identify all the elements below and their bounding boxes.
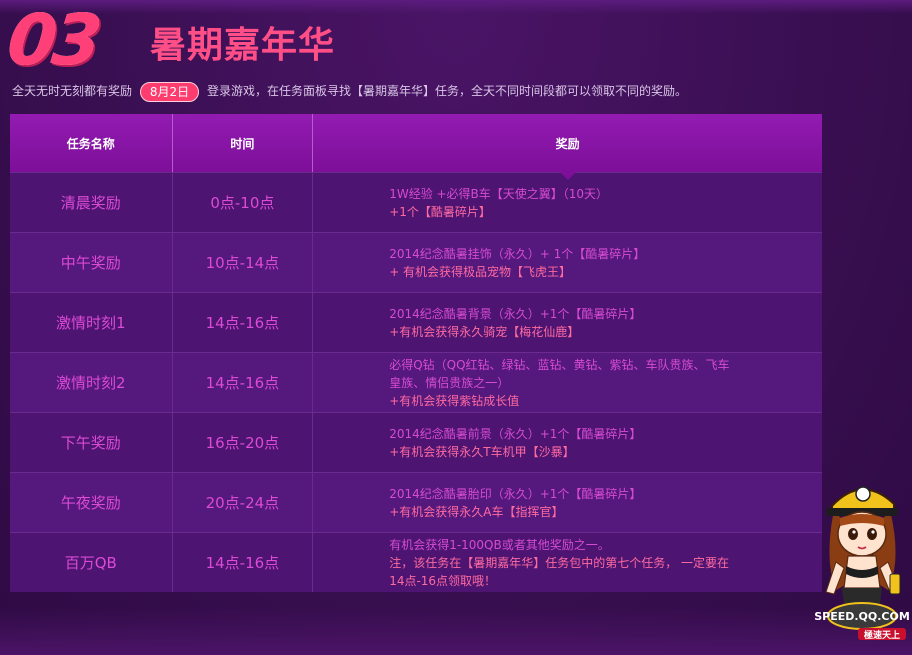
reward-line: +有机会获得永久骑宠【梅花仙鹿】 — [389, 324, 580, 339]
reward-cell: 1W经验 +必得B车【天使之翼】（10天） +1个【酷暑碎片】 — [313, 173, 822, 232]
task-name-cell: 激情时刻2 — [10, 353, 173, 412]
date-badge: 8月2日 — [139, 81, 200, 102]
reward-cell: 2014纪念酷暑胎印（永久）+1个【酷暑碎片】 +有机会获得永久A车【指挥官】 — [313, 473, 822, 532]
column-header-reward: 奖励 — [313, 114, 822, 180]
time-cell: 14点-16点 — [173, 293, 314, 352]
table-row: 下午奖励 16点-20点 2014纪念酷暑前景（永久）+1个【酷暑碎片】 +有机… — [10, 412, 822, 472]
intro-text: 全天无时无刻都有奖励 8月2日 登录游戏，在任务面板寻找【暑期嘉年华】任务，全天… — [12, 80, 687, 102]
reward-cell: 必得Q钻（QQ红钻、绿钻、蓝钻、黄钻、紫钻、车队贵族、飞车 皇族、情侣贵族之一）… — [313, 353, 822, 412]
intro-after: 登录游戏，在任务面板寻找【暑期嘉年华】任务，全天不同时间段都可以领取不同的奖励。 — [206, 84, 687, 98]
column-header-time: 时间 — [173, 114, 314, 172]
task-name-cell: 中午奖励 — [10, 233, 173, 292]
reward-line: 有机会获得1-100QB或者其他奖励之一。 — [389, 537, 610, 552]
intro-before: 全天无时无刻都有奖励 — [12, 84, 133, 98]
table-header: 任务名称 时间 奖励 — [10, 114, 822, 180]
task-name-cell: 百万QB — [10, 533, 173, 592]
page-title: 暑期嘉年华 — [150, 25, 336, 66]
reward-line: +1个【酷暑碎片】 — [389, 204, 491, 219]
table-row: 百万QB 14点-16点 有机会获得1-100QB或者其他奖励之一。 注，该任务… — [10, 532, 822, 592]
time-cell: 16点-20点 — [173, 413, 314, 472]
bottom-band — [0, 607, 912, 655]
table-row: 清晨奖励 0点-10点 1W经验 +必得B车【天使之翼】（10天） +1个【酷暑… — [10, 172, 822, 232]
table-row: 激情时刻2 14点-16点 必得Q钻（QQ红钻、绿钻、蓝钻、黄钻、紫钻、车队贵族… — [10, 352, 822, 412]
reward-cell: 2014纪念酷暑挂饰（永久）+ 1个【酷暑碎片】 + 有机会获得极品宠物【飞虎王… — [313, 233, 822, 292]
reward-line: 14点-16点领取哦！ — [389, 573, 497, 588]
task-name-cell: 午夜奖励 — [10, 473, 173, 532]
task-name-cell: 下午奖励 — [10, 413, 173, 472]
reward-line: 皇族、情侣贵族之一） — [389, 375, 510, 390]
time-cell: 14点-16点 — [173, 353, 314, 412]
mascot-girl-icon: SPEED.QQ.COM 極速天上 — [814, 470, 910, 642]
reward-cell: 有机会获得1-100QB或者其他奖励之一。 注，该任务在【暑期嘉年华】任务包中的… — [313, 533, 822, 592]
section-number: 03 — [3, 0, 102, 81]
table-row: 激情时刻1 14点-16点 2014纪念酷暑背景（永久）+1个【酷暑碎片】 +有… — [10, 292, 822, 352]
reward-line: +有机会获得紫钻成长值 — [389, 393, 520, 408]
table-row: 中午奖励 10点-14点 2014纪念酷暑挂饰（永久）+ 1个【酷暑碎片】 + … — [10, 232, 822, 292]
reward-table: 任务名称 时间 奖励 清晨奖励 0点-10点 1W经验 +必得B车【天使之翼】（… — [10, 114, 822, 592]
task-name-cell: 激情时刻1 — [10, 293, 173, 352]
reward-line: 必得Q钻（QQ红钻、绿钻、蓝钻、黄钻、紫钻、车队贵族、飞车 — [389, 357, 730, 372]
reward-line: + 有机会获得极品宠物【飞虎王】 — [389, 264, 572, 279]
reward-line: +有机会获得永久A车【指挥官】 — [389, 504, 564, 519]
table-row: 午夜奖励 20点-24点 2014纪念酷暑胎印（永久）+1个【酷暑碎片】 +有机… — [10, 472, 822, 532]
top-glow — [0, 0, 912, 14]
reward-line: 注，该任务在【暑期嘉年华】任务包中的第七个任务， 一定要在 — [389, 555, 730, 570]
reward-line: 2014纪念酷暑挂饰（永久）+ 1个【酷暑碎片】 — [389, 246, 646, 261]
mascot-slogan: 極速天上 — [863, 629, 900, 641]
reward-line: 2014纪念酷暑背景（永久）+1个【酷暑碎片】 — [389, 306, 642, 321]
reward-cell: 2014纪念酷暑背景（永久）+1个【酷暑碎片】 +有机会获得永久骑宠【梅花仙鹿】 — [313, 293, 822, 352]
time-cell: 0点-10点 — [173, 173, 314, 232]
reward-line: +有机会获得永久T车机甲【沙暴】 — [389, 444, 575, 459]
column-header-task-name: 任务名称 — [10, 114, 173, 172]
reward-line: 2014纪念酷暑胎印（永久）+1个【酷暑碎片】 — [389, 486, 642, 501]
reward-line: 2014纪念酷暑前景（永久）+1个【酷暑碎片】 — [389, 426, 642, 441]
time-cell: 14点-16点 — [173, 533, 314, 592]
task-name-cell: 清晨奖励 — [10, 173, 173, 232]
header-arrow-icon — [559, 172, 576, 180]
reward-line: 1W经验 +必得B车【天使之翼】（10天） — [389, 186, 609, 201]
time-cell: 20点-24点 — [173, 473, 314, 532]
mascot-logo-text: SPEED.QQ.COM — [814, 610, 910, 623]
time-cell: 10点-14点 — [173, 233, 314, 292]
reward-cell: 2014纪念酷暑前景（永久）+1个【酷暑碎片】 +有机会获得永久T车机甲【沙暴】 — [313, 413, 822, 472]
